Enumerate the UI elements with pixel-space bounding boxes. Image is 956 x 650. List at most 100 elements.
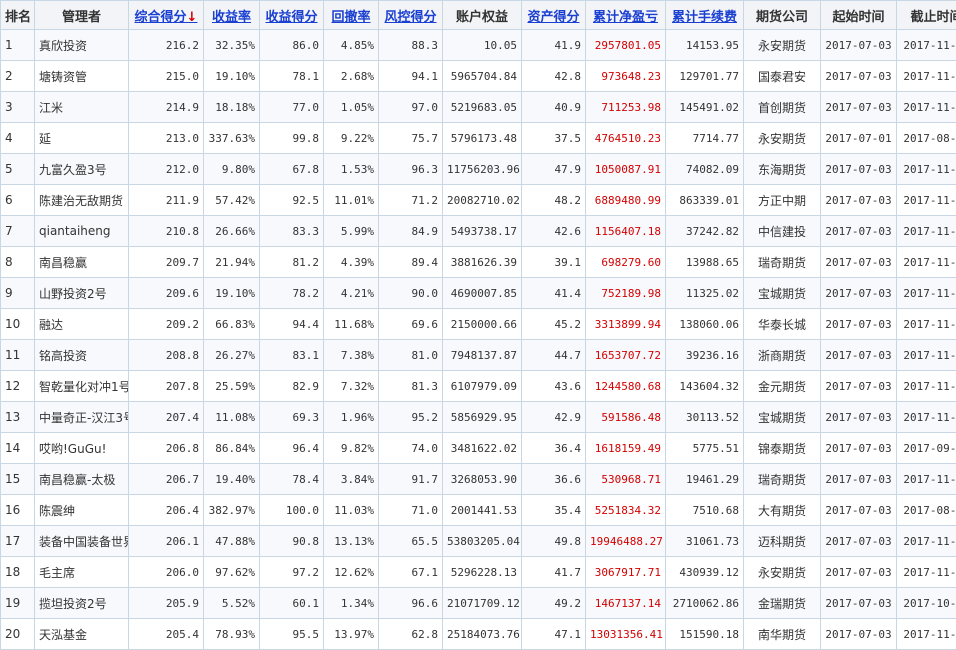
cell-asset-score: 36.4 bbox=[522, 433, 586, 464]
cell-composite-score: 216.2 bbox=[129, 30, 204, 61]
cell-drawdown: 13.13% bbox=[324, 526, 379, 557]
cell-manager: 江米 bbox=[35, 92, 129, 123]
cell-equity: 3481622.02 bbox=[443, 433, 522, 464]
cell-end-date: 2017-08-28 bbox=[897, 495, 956, 526]
cell-risk-score: 67.1 bbox=[379, 557, 443, 588]
cell-risk-score: 90.0 bbox=[379, 278, 443, 309]
col-header-manager: 管理者 bbox=[35, 1, 129, 30]
cell-return-score: 100.0 bbox=[260, 495, 324, 526]
cell-asset-score: 48.2 bbox=[522, 185, 586, 216]
col-header-broker: 期货公司 bbox=[744, 1, 821, 30]
table-row: 15南昌稳赢-太极206.719.40%78.43.84%91.73268053… bbox=[1, 464, 956, 495]
col-header-fees[interactable]: 累计手续费 bbox=[666, 1, 744, 30]
cell-return-score: 96.4 bbox=[260, 433, 324, 464]
cell-end-date: 2017-11-02 bbox=[897, 92, 956, 123]
cell-broker: 瑞奇期货 bbox=[744, 247, 821, 278]
cell-asset-score: 35.4 bbox=[522, 495, 586, 526]
cell-fees: 14153.95 bbox=[666, 30, 744, 61]
cell-return-score: 81.2 bbox=[260, 247, 324, 278]
cell-return-score: 94.4 bbox=[260, 309, 324, 340]
cell-return-rate: 47.88% bbox=[204, 526, 260, 557]
cell-broker: 国泰君安 bbox=[744, 61, 821, 92]
cell-equity: 53803205.04 bbox=[443, 526, 522, 557]
cell-equity: 4690007.85 bbox=[443, 278, 522, 309]
cell-rank: 12 bbox=[1, 371, 35, 402]
cell-end-date: 2017-11-02 bbox=[897, 526, 956, 557]
cell-net-profit: 530968.71 bbox=[586, 464, 666, 495]
cell-risk-score: 65.5 bbox=[379, 526, 443, 557]
cell-risk-score: 94.1 bbox=[379, 61, 443, 92]
cell-equity: 2001441.53 bbox=[443, 495, 522, 526]
cell-fees: 30113.52 bbox=[666, 402, 744, 433]
cell-equity: 11756203.96 bbox=[443, 154, 522, 185]
cell-manager: 毛主席 bbox=[35, 557, 129, 588]
cell-asset-score: 39.1 bbox=[522, 247, 586, 278]
cell-return-rate: 86.84% bbox=[204, 433, 260, 464]
table-row: 14哎哟!GuGu!206.886.84%96.49.82%74.0348162… bbox=[1, 433, 956, 464]
cell-end-date: 2017-11-02 bbox=[897, 30, 956, 61]
cell-asset-score: 37.5 bbox=[522, 123, 586, 154]
cell-risk-score: 96.6 bbox=[379, 588, 443, 619]
col-header-asset-score[interactable]: 资产得分 bbox=[522, 1, 586, 30]
cell-broker: 首创期货 bbox=[744, 92, 821, 123]
cell-composite-score: 209.2 bbox=[129, 309, 204, 340]
col-header-end: 截止时间 bbox=[897, 1, 956, 30]
col-header-risk-score[interactable]: 风控得分 bbox=[379, 1, 443, 30]
cell-equity: 10.05 bbox=[443, 30, 522, 61]
cell-drawdown: 11.03% bbox=[324, 495, 379, 526]
cell-return-score: 97.2 bbox=[260, 557, 324, 588]
cell-fees: 143604.32 bbox=[666, 371, 744, 402]
cell-net-profit: 3067917.71 bbox=[586, 557, 666, 588]
col-header-composite-score[interactable]: 综合得分↓ bbox=[129, 1, 204, 30]
cell-return-rate: 66.83% bbox=[204, 309, 260, 340]
cell-risk-score: 96.3 bbox=[379, 154, 443, 185]
cell-risk-score: 81.3 bbox=[379, 371, 443, 402]
cell-manager: 哎哟!GuGu! bbox=[35, 433, 129, 464]
cell-return-rate: 5.52% bbox=[204, 588, 260, 619]
cell-start-date: 2017-07-03 bbox=[821, 247, 897, 278]
cell-return-rate: 21.94% bbox=[204, 247, 260, 278]
col-header-return-score[interactable]: 收益得分 bbox=[260, 1, 324, 30]
cell-net-profit: 1050087.91 bbox=[586, 154, 666, 185]
cell-equity: 3881626.39 bbox=[443, 247, 522, 278]
cell-drawdown: 4.39% bbox=[324, 247, 379, 278]
cell-rank: 5 bbox=[1, 154, 35, 185]
cell-asset-score: 41.7 bbox=[522, 557, 586, 588]
cell-risk-score: 91.7 bbox=[379, 464, 443, 495]
sort-desc-icon: ↓ bbox=[187, 10, 198, 25]
cell-start-date: 2017-07-03 bbox=[821, 309, 897, 340]
cell-return-rate: 25.59% bbox=[204, 371, 260, 402]
cell-fees: 145491.02 bbox=[666, 92, 744, 123]
col-header-drawdown[interactable]: 回撤率 bbox=[324, 1, 379, 30]
cell-start-date: 2017-07-01 bbox=[821, 123, 897, 154]
cell-composite-score: 210.8 bbox=[129, 216, 204, 247]
cell-return-rate: 26.66% bbox=[204, 216, 260, 247]
cell-rank: 6 bbox=[1, 185, 35, 216]
cell-return-rate: 19.10% bbox=[204, 61, 260, 92]
cell-broker: 金瑞期货 bbox=[744, 588, 821, 619]
cell-composite-score: 211.9 bbox=[129, 185, 204, 216]
cell-drawdown: 1.53% bbox=[324, 154, 379, 185]
cell-return-score: 77.0 bbox=[260, 92, 324, 123]
cell-net-profit: 1618159.49 bbox=[586, 433, 666, 464]
cell-broker: 锦泰期货 bbox=[744, 433, 821, 464]
cell-start-date: 2017-07-03 bbox=[821, 185, 897, 216]
cell-end-date: 2017-11-02 bbox=[897, 309, 956, 340]
ranking-table: 排名 管理者 综合得分↓ 收益率 收益得分 回撤率 风控得分 账户权益 资产得分… bbox=[0, 0, 956, 650]
cell-composite-score: 208.8 bbox=[129, 340, 204, 371]
cell-composite-score: 206.7 bbox=[129, 464, 204, 495]
cell-end-date: 2017-11-02 bbox=[897, 340, 956, 371]
cell-return-score: 90.8 bbox=[260, 526, 324, 557]
cell-composite-score: 209.7 bbox=[129, 247, 204, 278]
table-row: 7qiantaiheng210.826.66%83.35.99%84.95493… bbox=[1, 216, 956, 247]
cell-asset-score: 43.6 bbox=[522, 371, 586, 402]
cell-fees: 138060.06 bbox=[666, 309, 744, 340]
cell-fees: 39236.16 bbox=[666, 340, 744, 371]
cell-net-profit: 5251834.32 bbox=[586, 495, 666, 526]
cell-return-rate: 19.40% bbox=[204, 464, 260, 495]
cell-return-rate: 32.35% bbox=[204, 30, 260, 61]
cell-risk-score: 75.7 bbox=[379, 123, 443, 154]
col-header-net-profit[interactable]: 累计净盈亏 bbox=[586, 1, 666, 30]
col-header-return-rate[interactable]: 收益率 bbox=[204, 1, 260, 30]
cell-equity: 20082710.02 bbox=[443, 185, 522, 216]
